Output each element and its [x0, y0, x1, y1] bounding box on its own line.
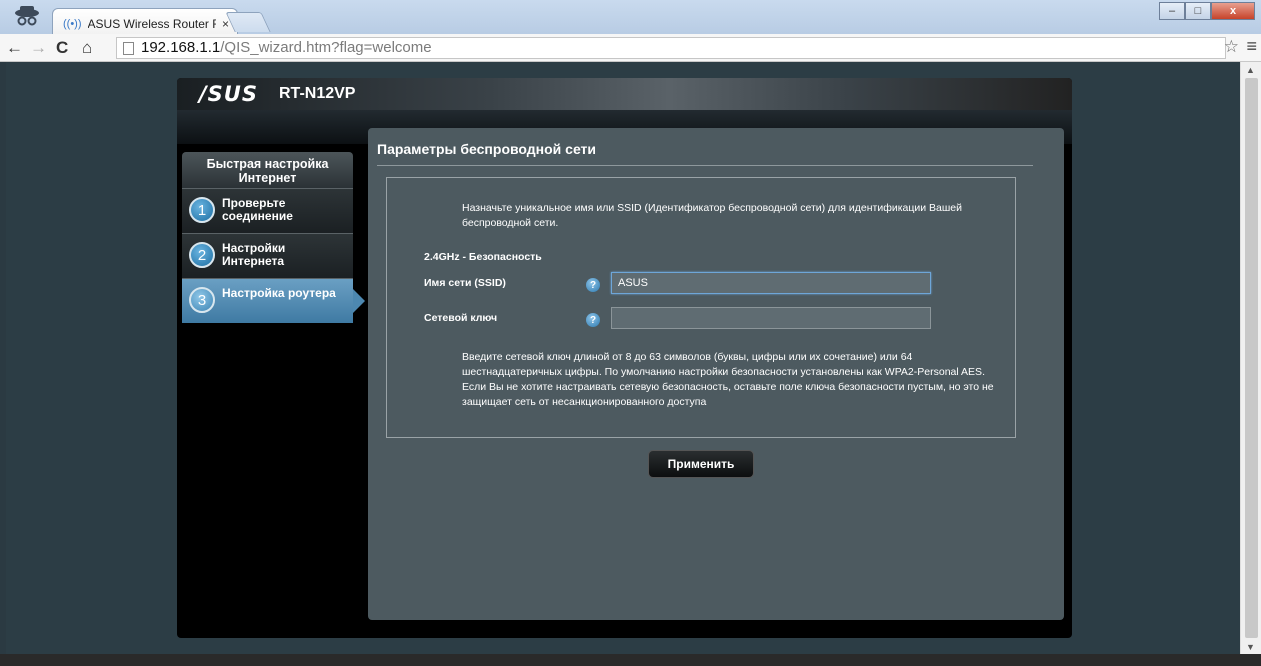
ssid-help-icon[interactable]: ?: [586, 278, 600, 292]
scroll-thumb[interactable]: [1245, 78, 1258, 638]
url-path: /QIS_wizard.htm?flag=welcome: [220, 39, 432, 56]
step-label: Настройки Интернета: [222, 241, 286, 268]
asus-logo: /SUS: [199, 82, 258, 106]
address-bar[interactable]: 192.168.1.1/QIS_wizard.htm?flag=welcome: [116, 37, 1226, 59]
scroll-up-arrow-icon[interactable]: ▲: [1246, 65, 1255, 75]
back-arrow-icon[interactable]: ←: [6, 38, 23, 58]
step-label: Проверьте соединение: [222, 196, 293, 223]
wizard-sidebar: Быстрая настройка Интернет 1 Проверьте с…: [182, 152, 365, 323]
panel-title: Параметры беспроводной сети: [377, 141, 597, 157]
home-icon[interactable]: ⌂: [82, 38, 92, 58]
step-number-icon: 1: [189, 197, 215, 223]
wireless-fieldset: Назначьте уникальное имя или SSID (Идент…: [386, 177, 1016, 438]
reload-icon[interactable]: C: [56, 38, 68, 58]
minimize-button[interactable]: –: [1159, 2, 1185, 20]
network-key-label: Сетевой ключ: [424, 312, 498, 324]
ssid-input[interactable]: [611, 272, 931, 294]
taskbar-strip: [0, 654, 1261, 666]
vertical-scrollbar[interactable]: ▲ ▼: [1240, 62, 1261, 654]
window-controls: – □ x: [1159, 2, 1255, 20]
forward-arrow-icon[interactable]: →: [30, 38, 47, 58]
bookmark-star-icon[interactable]: ☆: [1224, 37, 1239, 57]
scroll-down-arrow-icon[interactable]: ▼: [1246, 642, 1255, 652]
page-icon: [123, 42, 134, 55]
sidebar-step-router-setup[interactable]: 3 Настройка роутера: [182, 278, 365, 323]
browser-titlebar: ((•)) ASUS Wireless Router RT- × – □ x: [0, 0, 1261, 34]
apply-button[interactable]: Применить: [648, 450, 754, 478]
divider: [377, 165, 1033, 166]
wireless-settings-panel: Параметры беспроводной сети Назначьте ун…: [368, 128, 1064, 620]
incognito-icon: [15, 6, 39, 26]
page-viewport: /SUS RT-N12VP Быстрая настройка Интернет…: [6, 62, 1240, 654]
step-number-icon: 2: [189, 242, 215, 268]
sidebar-step-internet-settings[interactable]: 2 Настройки Интернета: [182, 233, 353, 278]
ssid-label: Имя сети (SSID): [424, 277, 506, 289]
menu-icon[interactable]: ≡: [1246, 36, 1257, 57]
url-host: 192.168.1.1: [141, 39, 221, 56]
model-name: RT-N12VP: [279, 85, 356, 102]
step-number-icon: 3: [189, 287, 215, 313]
sidebar-title: Быстрая настройка Интернет: [182, 152, 353, 188]
router-frame: /SUS RT-N12VP Быстрая настройка Интернет…: [177, 78, 1072, 638]
key-hint-text: Введите сетевой ключ длиной от 8 до 63 с…: [462, 351, 994, 408]
section-heading: 2.4GHz - Безопасность: [424, 251, 542, 263]
maximize-button[interactable]: □: [1185, 2, 1211, 20]
close-window-button[interactable]: x: [1211, 2, 1255, 20]
step-label: Настройка роутера: [222, 286, 336, 300]
tab-asus-router[interactable]: ((•)) ASUS Wireless Router RT- ×: [52, 8, 238, 34]
network-key-input[interactable]: [611, 307, 931, 329]
wifi-icon: ((•)): [63, 18, 82, 30]
sidebar-step-check-connection[interactable]: 1 Проверьте соединение: [182, 188, 353, 233]
network-key-help-icon[interactable]: ?: [586, 313, 600, 327]
browser-toolbar: ← → C ⌂ 192.168.1.1/QIS_wizard.htm?flag=…: [0, 34, 1261, 62]
router-header: /SUS RT-N12VP: [177, 78, 1072, 110]
description-text: Назначьте уникальное имя или SSID (Идент…: [462, 202, 963, 229]
tab-title: ASUS Wireless Router RT-: [87, 17, 216, 31]
